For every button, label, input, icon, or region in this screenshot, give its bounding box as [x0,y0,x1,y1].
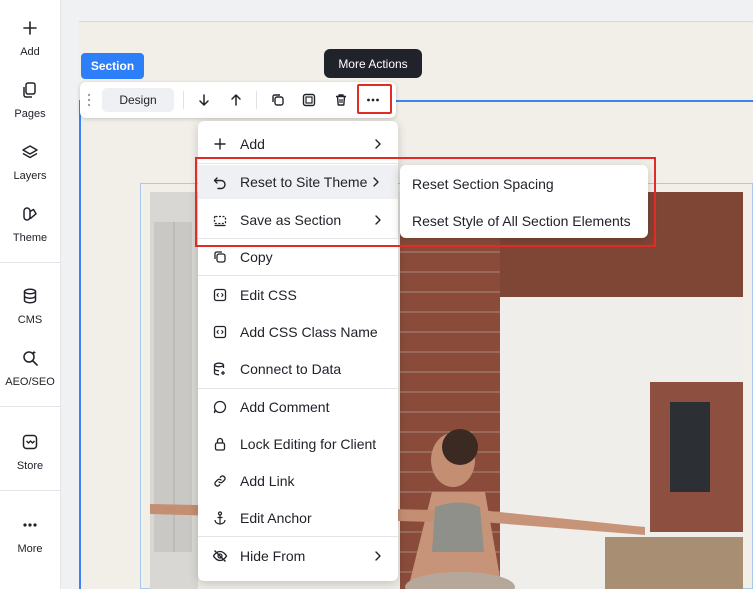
more-actions-highlight [357,84,392,114]
menu-item-edit-anchor[interactable]: Edit Anchor [198,501,398,535]
menu-divider [198,388,398,389]
sidebar-item-label: CMS [17,314,43,326]
sidebar-item-label: More [17,543,43,555]
menu-item-connect-to-data[interactable]: Connect to Data [198,352,398,386]
sidebar-item-theme[interactable]: Theme [0,200,60,260]
code-icon [213,288,227,302]
sidebar-divider [0,262,60,263]
section-tag[interactable]: Section [81,53,144,79]
theme-icon [23,207,37,221]
chevron-right-icon [375,139,381,149]
menu-divider [198,275,398,276]
layout-icon [302,93,316,107]
design-button[interactable]: Design [102,88,174,112]
toolbar-divider [256,91,257,109]
anchor-icon [214,511,226,525]
reset-options-highlight [195,157,656,247]
menu-item-edit-css[interactable]: Edit CSS [198,278,398,312]
database-icon [23,288,37,304]
lock-icon [214,437,226,451]
canvas-edge [79,21,753,22]
menu-item-label: Edit Anchor [240,510,312,526]
sidebar-item-pages[interactable]: Pages [0,76,60,136]
duplicate-icon [272,94,284,106]
plus-icon [214,138,226,150]
menu-item-label: Hide From [240,548,306,564]
layers-icon [22,145,38,159]
menu-item-label: Copy [240,249,273,265]
menu-item-label: Add [240,136,265,152]
sidebar-item-label: Layers [13,170,47,182]
menu-item-hide-from[interactable]: Hide From [198,539,398,573]
move-up-button[interactable] [224,88,248,112]
menu-divider [198,536,398,537]
more-dots-icon [23,523,37,527]
more-actions-tooltip: More Actions [324,49,422,78]
copy-icon [214,251,226,263]
sidebar-item-label: Add [20,46,40,58]
sidebar-item-aeo-seo[interactable]: AEO/SEO [0,344,60,404]
menu-item-label: Add Comment [240,399,330,415]
sidebar-divider [0,490,60,491]
store-icon [22,434,38,450]
sidebar-item-label: Store [16,460,44,472]
sidebar-divider [0,406,60,407]
eye-off-icon [212,550,228,562]
link-icon [214,475,226,487]
menu-item-label: Add CSS Class Name [240,324,378,340]
sidebar-item-label: Theme [12,232,48,244]
sidebar-item-label: Pages [14,108,46,120]
left-sidebar: Add Pages Layers Theme CMS AEO/SEO Store… [0,0,61,589]
move-down-icon [199,94,209,106]
menu-item-add-css-class-name[interactable]: Add CSS Class Name [198,315,398,349]
database-link-icon [213,362,225,376]
menu-item-label: Edit CSS [240,287,297,303]
menu-item-label: Add Link [240,473,295,489]
chevron-right-icon [375,551,381,561]
sidebar-item-cms[interactable]: CMS [0,282,60,342]
drag-handle-icon[interactable] [86,93,92,107]
menu-item-add-link[interactable]: Add Link [198,464,398,498]
sidebar-item-label: AEO/SEO [5,376,55,388]
menu-item-label: Connect to Data [240,361,342,377]
code-icon [213,325,227,339]
section-toolbar: Design [80,82,396,118]
plus-icon [23,21,37,35]
sidebar-item-more[interactable]: More [0,511,60,571]
menu-item-lock-editing[interactable]: Lock Editing for Client [198,427,398,461]
menu-item-label: Lock Editing for Client [240,436,377,452]
trash-icon [336,94,346,106]
menu-item-add[interactable]: Add [198,127,398,161]
delete-button[interactable] [329,88,353,112]
duplicate-button[interactable] [266,88,290,112]
sidebar-item-layers[interactable]: Layers [0,138,60,198]
menu-item-add-comment[interactable]: Add Comment [198,390,398,424]
move-down-button[interactable] [192,88,216,112]
pages-icon [23,82,36,98]
layout-button[interactable] [297,88,321,112]
toolbar-divider [183,91,184,109]
comment-icon [213,400,227,414]
sidebar-item-add[interactable]: Add [0,14,60,74]
seo-search-icon [23,350,38,366]
move-up-icon [231,94,241,106]
sidebar-item-store[interactable]: Store [0,428,60,488]
